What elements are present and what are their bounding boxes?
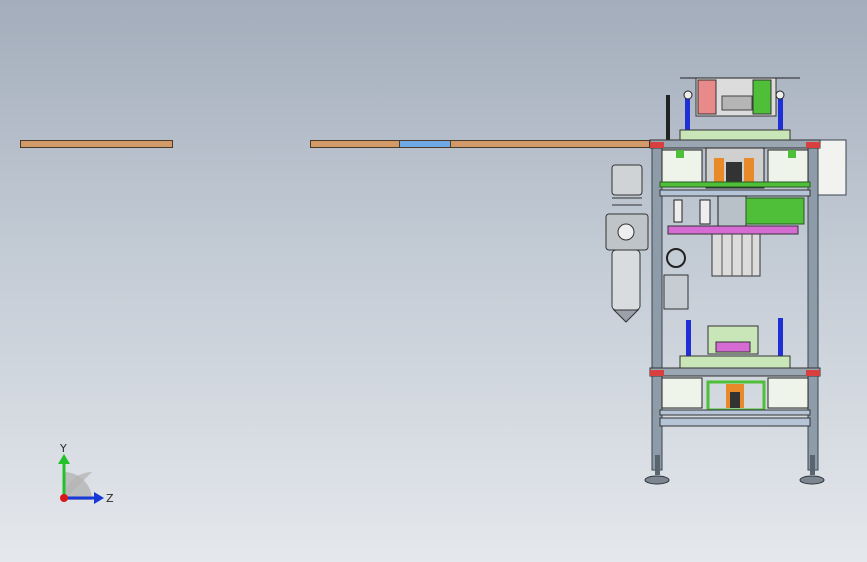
path-shape xyxy=(64,472,92,500)
lower-center-stack xyxy=(707,325,759,355)
lower-crossbar xyxy=(649,367,821,377)
lower-blue-arm-right xyxy=(778,318,783,360)
rect-shape xyxy=(611,249,641,311)
rect-shape xyxy=(661,377,703,409)
rect-shape xyxy=(697,79,717,115)
cad-viewport[interactable]: Y Z xyxy=(0,0,867,562)
upper-bolt-left xyxy=(683,90,693,100)
origin-dot xyxy=(60,494,68,502)
rect-shape xyxy=(810,455,815,475)
ellipse-shape xyxy=(799,475,825,485)
rect-shape xyxy=(611,164,643,196)
rect-shape xyxy=(745,197,805,225)
rect-shape xyxy=(676,150,684,158)
rect-shape xyxy=(711,233,761,277)
machine-assembly xyxy=(605,77,847,485)
rect-shape xyxy=(655,455,660,475)
upper-bolt-right xyxy=(775,90,785,100)
ellipse-shape xyxy=(644,475,670,485)
mid-panel xyxy=(663,274,689,310)
polygon-shape xyxy=(612,309,640,323)
mid-magenta-bar xyxy=(667,225,799,235)
rect-shape xyxy=(730,392,740,408)
side-cabinet xyxy=(817,139,847,196)
z-axis-label: Z xyxy=(106,492,114,505)
lower-rail-1 xyxy=(659,409,811,416)
rect-shape xyxy=(673,199,683,223)
gauge-ring xyxy=(666,248,686,268)
z-axis-arrow xyxy=(94,492,104,504)
circle-shape xyxy=(617,223,635,241)
rect-shape xyxy=(767,377,809,409)
lower-blue-arm-left xyxy=(686,320,691,360)
upper-rail-2 xyxy=(659,189,811,197)
y-axis-label: Y xyxy=(59,442,67,455)
lower-red-clip-right xyxy=(806,370,820,376)
air-filter-regulator xyxy=(605,164,649,323)
rect-shape xyxy=(715,341,751,353)
frame-foot-right xyxy=(799,455,825,485)
mid-cylinders xyxy=(673,195,805,227)
y-axis-arrow xyxy=(58,454,70,464)
axis-triad: Y Z xyxy=(58,442,114,505)
upper-rail-1 xyxy=(659,181,811,188)
lower-red-clip-left xyxy=(650,370,664,376)
upper-red-clip-right xyxy=(806,142,820,148)
rect-shape xyxy=(721,95,753,111)
lower-rail-2 xyxy=(659,417,811,427)
upper-crossbar xyxy=(649,139,821,149)
mid-actuator xyxy=(711,233,761,277)
upper-post-left xyxy=(666,95,670,140)
lower-mechanism xyxy=(661,377,809,412)
rect-shape xyxy=(717,195,747,227)
rect-shape xyxy=(699,199,711,225)
rect-shape xyxy=(788,150,796,158)
upper-red-clip-left xyxy=(650,142,664,148)
lower-platform xyxy=(679,355,791,369)
rect-shape xyxy=(726,162,742,182)
rect-shape xyxy=(714,158,724,182)
rect-shape xyxy=(744,158,754,182)
rect-shape xyxy=(752,79,772,115)
frame-foot-left xyxy=(644,455,670,485)
